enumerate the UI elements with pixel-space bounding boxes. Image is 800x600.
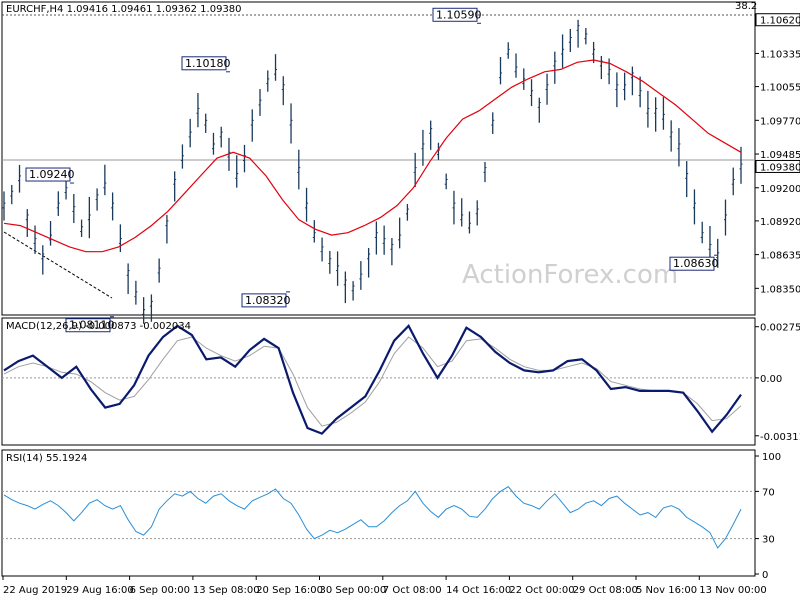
price-tick-label: 1.08920	[760, 217, 800, 228]
time-tick-label: 30 Sep 00:00	[320, 585, 387, 596]
price-tick-label: 1.10055	[760, 83, 800, 94]
price-tick-label: 1.09485	[760, 150, 800, 161]
fib-level-label: 38.2	[735, 1, 757, 12]
price-axis: 1.10620 1.10335 1.10055 1.09770 1.094851.093…	[755, 13, 800, 295]
macd-axis: 0.002754 0.00 -0.003119	[755, 323, 800, 443]
chart-canvas: ActionForex.com 38.2 1.092401.081101.101…	[1, 1, 800, 596]
ma-line	[3, 59, 742, 253]
rsi-panel-frame	[1, 449, 756, 577]
macd-panel-frame	[1, 317, 756, 446]
rsi-panel-title: RSI(14) 55.1924	[6, 453, 87, 464]
price-tick-label: 1.09380	[760, 162, 800, 173]
watermark: ActionForex.com	[462, 260, 678, 290]
time-tick-label: 14 Oct 16:00	[446, 585, 511, 596]
callout-label: 1.08320	[245, 294, 291, 307]
rsi-axis: 100 70 30 0	[755, 452, 781, 581]
price-tick-label: 1.08635	[760, 251, 800, 262]
rsi-line	[2, 486, 755, 549]
time-tick-label: 22 Aug 2019	[3, 585, 67, 596]
time-tick-label: 22 Oct 00:00	[509, 585, 574, 596]
callout-label: 1.10590	[436, 8, 482, 21]
price-tick-label: 1.09200	[760, 184, 800, 195]
price-tick-label: 1.10335	[760, 49, 800, 60]
price-callout: 1.10590	[432, 7, 482, 24]
macd-tick-label: -0.003119	[760, 432, 800, 443]
price-callout: 1.08320	[241, 291, 291, 308]
price-panel-title: EURCHF,H4 1.09416 1.09461 1.09362 1.0938…	[6, 4, 242, 15]
callout-label: 1.08630	[673, 257, 719, 270]
rsi-tick-label: 0	[762, 570, 768, 581]
time-tick-label: 6 Sep 00:00	[130, 585, 190, 596]
price-callout: 1.09240	[25, 167, 75, 184]
time-tick-label: 7 Oct 08:00	[383, 585, 442, 596]
rsi-tick-label: 30	[762, 535, 775, 546]
time-tick-label: 5 Nov 16:00	[636, 585, 697, 596]
time-tick-label: 29 Oct 08:00	[573, 585, 638, 596]
callout-label: 1.09240	[29, 168, 75, 181]
macd-panel-title: MACD(12,26,9) -0.000873 -0.002034	[6, 321, 191, 332]
macd-tick-label: 0.002754	[760, 323, 800, 334]
price-tick-label: 1.08350	[760, 284, 800, 295]
rsi-tick-label: 100	[762, 452, 781, 463]
macd-tick-label: 0.00	[760, 374, 782, 385]
time-axis: 22 Aug 2019 29 Aug 16:006 Sep 00:00 13 Sep…	[2, 576, 767, 596]
time-tick-label: 13 Nov 00:00	[699, 585, 766, 596]
price-tick-label: 1.10620	[760, 16, 800, 27]
callout-label: 1.10180	[185, 57, 231, 70]
macd-lines	[2, 324, 755, 435]
price-callout: 1.08630	[669, 254, 719, 271]
moving-average-line	[3, 59, 742, 253]
rsi-tick-label: 70	[762, 487, 775, 498]
time-tick-label: 20 Sep 16:00	[256, 585, 323, 596]
price-callout: 1.10180	[181, 56, 231, 73]
time-tick-label: 13 Sep 08:00	[193, 585, 260, 596]
macd-main-line	[3, 324, 742, 435]
price-tick-label: 1.09770	[760, 116, 800, 127]
time-tick-label: 29 Aug 16:00	[66, 585, 133, 596]
